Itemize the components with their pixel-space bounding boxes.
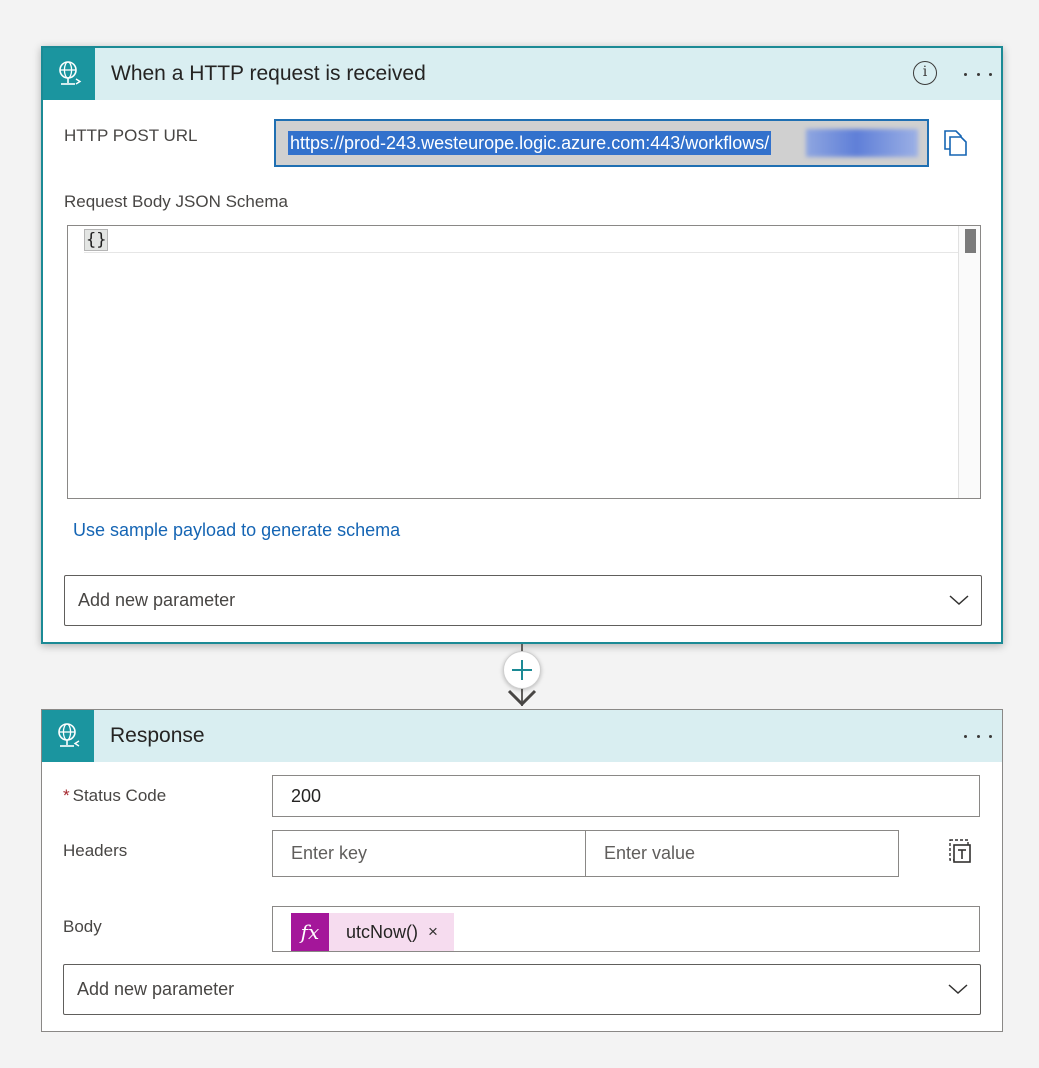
http-trigger-card: When a HTTP request is received i HTTP P… [41, 46, 1003, 644]
arrow-down-icon [507, 689, 537, 707]
http-globe-icon [43, 48, 95, 100]
editor-line: {} [84, 228, 958, 253]
token-label: utcNow() [346, 922, 419, 942]
add-new-parameter-dropdown[interactable]: Add new parameter [63, 964, 981, 1015]
body-input[interactable]: fx utcNow() × [272, 906, 980, 952]
status-code-label: * Status Code [63, 786, 166, 806]
scrollbar-thumb[interactable] [965, 229, 976, 253]
header-value-input[interactable]: Enter value [585, 830, 899, 877]
info-icon[interactable]: i [913, 61, 937, 85]
dropdown-label: Add new parameter [77, 979, 235, 999]
utcnow-token[interactable]: fx utcNow() × [291, 913, 454, 951]
trigger-title: When a HTTP request is received [111, 62, 426, 85]
chevron-down-icon [949, 595, 969, 606]
url-selected-text: https://prod-243.westeurope.logic.azure.… [288, 131, 772, 155]
response-globe-icon [42, 710, 94, 762]
response-card: Response * Status Code 200 Headers Enter … [41, 709, 1003, 1032]
chevron-down-icon [948, 984, 968, 995]
fx-icon: fx [291, 913, 329, 951]
schema-code: {} [84, 229, 109, 251]
schema-editor[interactable]: {} [67, 225, 981, 499]
switch-to-text-mode-icon[interactable] [948, 838, 972, 864]
copy-icon[interactable] [942, 129, 968, 157]
http-post-url-label: HTTP POST URL [64, 126, 198, 145]
sample-payload-link[interactable]: Use sample payload to generate schema [73, 520, 400, 541]
schema-label: Request Body JSON Schema [64, 192, 288, 211]
plus-icon[interactable] [503, 651, 541, 689]
remove-token-icon[interactable]: × [428, 912, 438, 952]
response-title: Response [110, 724, 205, 747]
more-options-icon[interactable] [964, 724, 992, 748]
add-new-parameter-dropdown[interactable]: Add new parameter [64, 575, 982, 626]
status-code-text: Status Code [72, 786, 167, 805]
dropdown-label: Add new parameter [78, 590, 236, 610]
body-label: Body [63, 917, 102, 936]
response-header[interactable]: Response [42, 710, 1002, 762]
required-marker: * [63, 786, 70, 805]
more-options-icon[interactable] [964, 62, 992, 86]
header-key-input[interactable]: Enter key [272, 830, 586, 877]
redacted-url-segment [806, 129, 918, 157]
trigger-header[interactable]: When a HTTP request is received i [43, 48, 1001, 100]
editor-scrollbar[interactable] [958, 226, 980, 498]
http-post-url-field[interactable]: https://prod-243.westeurope.logic.azure.… [274, 119, 929, 167]
headers-label: Headers [63, 841, 128, 860]
status-code-input[interactable]: 200 [272, 775, 980, 817]
